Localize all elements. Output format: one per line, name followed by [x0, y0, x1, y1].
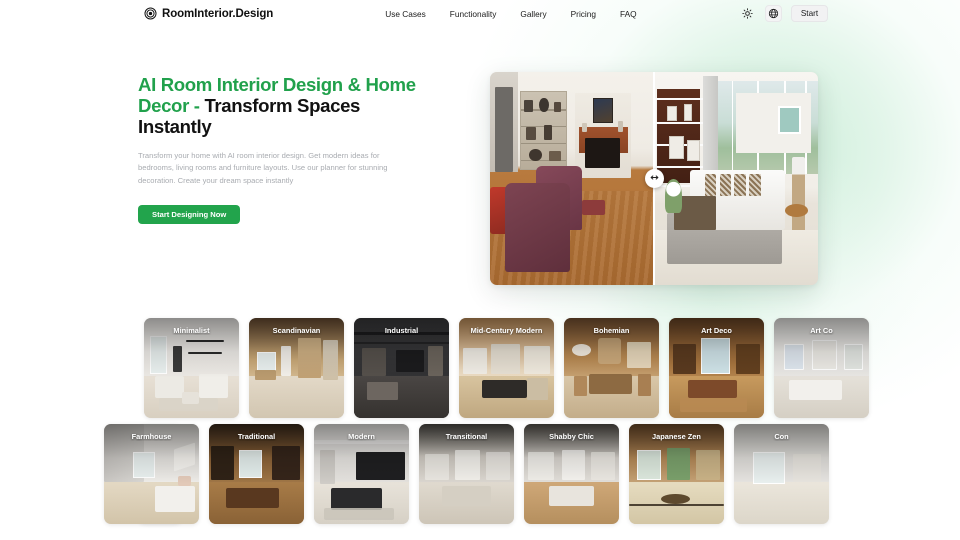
- page-root: RoomInterior.Design Use Cases Functional…: [0, 0, 960, 540]
- style-card-label: Transitional: [445, 432, 488, 441]
- comparison-drag-handle[interactable]: [644, 169, 664, 188]
- style-carousels: Minimalist Scandinavian Industrial Mid-C…: [0, 318, 960, 524]
- style-card-minimalist[interactable]: Minimalist: [144, 318, 239, 418]
- style-card-scandinavian[interactable]: Scandinavian: [249, 318, 344, 418]
- style-card-label: Industrial: [384, 326, 419, 335]
- hero-media: [490, 72, 818, 285]
- hero-section: AI Room Interior Design & Home Decor - T…: [0, 27, 960, 285]
- style-card-transitional[interactable]: Transitional: [419, 424, 514, 524]
- style-card-mid-century-modern[interactable]: Mid-Century Modern: [459, 318, 554, 418]
- style-card-label: Con: [774, 432, 789, 441]
- style-card-contemporary[interactable]: Con: [734, 424, 829, 524]
- topbar-actions: Start: [739, 5, 828, 22]
- style-card-label: Japanese Zen: [652, 432, 701, 441]
- primary-nav: Use Cases Functionality Gallery Pricing …: [385, 9, 636, 19]
- style-card-farmhouse[interactable]: Farmhouse: [104, 424, 199, 524]
- style-card-bohemian[interactable]: Bohemian: [564, 318, 659, 418]
- style-card-japanese-zen[interactable]: Japanese Zen: [629, 424, 724, 524]
- style-card-label: Mid-Century Modern: [470, 326, 543, 335]
- style-card-industrial[interactable]: Industrial: [354, 318, 449, 418]
- style-card-label: Modern: [348, 432, 375, 441]
- style-card-art-deco[interactable]: Art Deco: [669, 318, 764, 418]
- nav-link-use-cases[interactable]: Use Cases: [385, 9, 426, 19]
- hero-subtitle: Transform your home with AI room interio…: [138, 151, 388, 185]
- style-card-label: Art Co: [810, 326, 833, 335]
- sun-icon: [742, 8, 753, 19]
- style-carousel-row-1[interactable]: Minimalist Scandinavian Industrial Mid-C…: [0, 318, 960, 418]
- style-card-label: Scandinavian: [272, 326, 321, 335]
- style-card-label: Farmhouse: [131, 432, 172, 441]
- left-right-arrows-icon: [649, 170, 660, 188]
- start-button[interactable]: Start: [791, 5, 828, 22]
- theme-toggle-button[interactable]: [739, 5, 756, 22]
- after-image-pane: [654, 72, 818, 285]
- nav-link-functionality[interactable]: Functionality: [450, 9, 497, 19]
- nav-link-faq[interactable]: FAQ: [620, 9, 637, 19]
- style-carousel-row-2[interactable]: Farmhouse Traditional Modern Transitiona…: [0, 424, 960, 524]
- page-title: AI Room Interior Design & Home Decor - T…: [138, 74, 438, 137]
- globe-icon: [768, 8, 779, 19]
- style-card-modern[interactable]: Modern: [314, 424, 409, 524]
- language-button[interactable]: [765, 5, 782, 22]
- concentric-target-icon: [144, 7, 157, 20]
- style-card-traditional[interactable]: Traditional: [209, 424, 304, 524]
- brand-name: RoomInterior.Design: [162, 7, 274, 20]
- style-card-shabby-chic[interactable]: Shabby Chic: [524, 424, 619, 524]
- style-card-art-contemporary[interactable]: Art Co: [774, 318, 869, 418]
- nav-link-pricing[interactable]: Pricing: [571, 9, 596, 19]
- top-navigation-bar: RoomInterior.Design Use Cases Functional…: [0, 0, 960, 27]
- after-room-illustration: [654, 72, 818, 285]
- style-card-label: Minimalist: [173, 326, 210, 335]
- before-image-pane: [490, 72, 654, 285]
- hero-copy: AI Room Interior Design & Home Decor - T…: [138, 72, 438, 285]
- start-designing-now-button[interactable]: Start Designing Now: [138, 204, 241, 224]
- style-card-label: Traditional: [237, 432, 276, 441]
- style-card-label: Shabby Chic: [549, 432, 594, 441]
- nav-link-gallery[interactable]: Gallery: [520, 9, 546, 19]
- before-after-comparison-slider[interactable]: [490, 72, 818, 285]
- style-card-label: Art Deco: [701, 326, 732, 335]
- before-room-illustration: [490, 72, 654, 285]
- brand-logo-link[interactable]: RoomInterior.Design: [144, 7, 273, 20]
- style-card-label: Bohemian: [593, 326, 630, 335]
